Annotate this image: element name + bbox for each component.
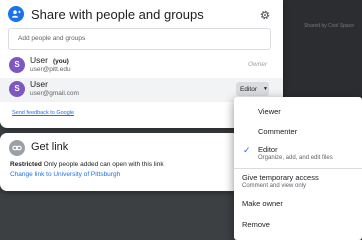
menu-divider (234, 168, 362, 169)
person-name: User (30, 79, 48, 89)
add-people-input[interactable]: Add people and groups (8, 28, 271, 50)
restriction-description: Only people added can open with this lin… (43, 161, 164, 168)
dialog-title: Share with people and groups (31, 7, 204, 22)
menu-item-label: Viewer (258, 107, 281, 116)
avatar: S (9, 57, 25, 73)
owner-label: Owner (248, 61, 268, 68)
change-link-button[interactable]: Change link to University of Pittsburgh (10, 171, 120, 178)
person-email: user@pitt.edu (30, 66, 71, 73)
menu-item-label: Remove (242, 220, 270, 229)
menu-item-sublabel: Comment and view only (242, 183, 307, 189)
background-caption: Shared by Cool Space (303, 23, 354, 29)
role-menu: Viewer Commenter ✓ Editor Organize, add,… (234, 97, 362, 240)
person-name: User (you) (30, 55, 69, 65)
menu-item-label: Editor (258, 145, 278, 154)
person-add-icon (8, 6, 24, 22)
menu-item-label: Make owner (242, 199, 283, 208)
avatar: S (9, 81, 25, 97)
gear-icon[interactable] (259, 8, 271, 20)
caret-down-icon: ▼ (262, 86, 268, 92)
person-name-text: User (30, 55, 48, 65)
menu-item-temporary-access[interactable]: Give temporary access Comment and view o… (234, 173, 362, 193)
menu-item-viewer[interactable]: Viewer (234, 107, 362, 121)
menu-item-label: Give temporary access (242, 173, 319, 182)
send-feedback-link[interactable]: Send feedback to Google (12, 110, 74, 116)
restriction-label[interactable]: Restricted (10, 161, 42, 168)
menu-item-make-owner[interactable]: Make owner (234, 199, 362, 213)
menu-item-remove[interactable]: Remove (234, 220, 362, 234)
get-link-title: Get link (31, 141, 69, 153)
menu-item-commenter[interactable]: Commenter (234, 127, 362, 141)
person-email: user@gmail.com (30, 90, 79, 97)
menu-item-label: Commenter (258, 127, 298, 136)
you-tag: (you) (52, 58, 69, 65)
menu-item-sublabel: Organize, add, and edit files (258, 155, 333, 161)
check-icon: ✓ (243, 145, 251, 155)
menu-item-editor[interactable]: ✓ Editor Organize, add, and edit files (234, 145, 362, 165)
link-icon (9, 140, 25, 156)
get-link-card: Get link Restricted Only people added ca… (0, 133, 240, 191)
role-dropdown[interactable]: Editor ▼ (236, 82, 269, 96)
role-dropdown-label: Editor (240, 85, 257, 93)
person-row-owner: S User (you) user@pitt.edu Owner (0, 54, 283, 78)
link-restriction: Restricted Only people added can open wi… (10, 161, 164, 168)
